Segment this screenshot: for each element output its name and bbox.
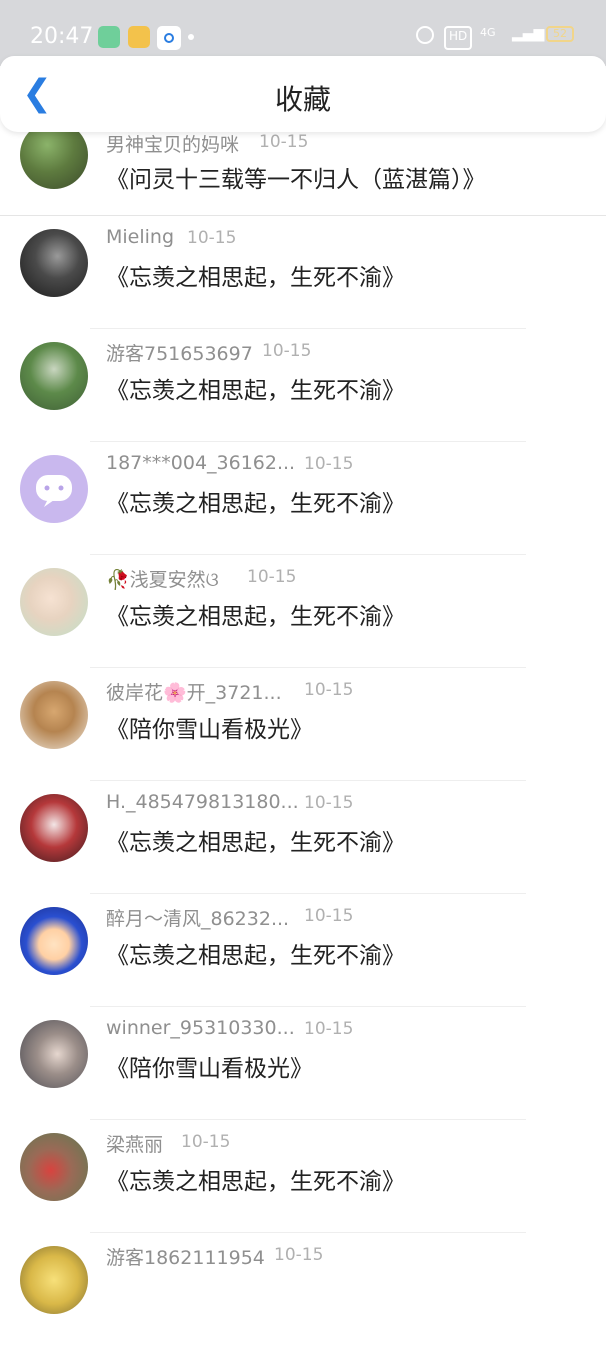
favorites-list: 男神宝贝的妈咪 10-15 《问灵十三载等一不归人（蓝湛篇）》 Mieling … (0, 121, 606, 1346)
post-date: 10-15 (259, 132, 309, 152)
user-name: 梁燕丽 (106, 1134, 164, 1156)
post-date: 10-15 (181, 1132, 231, 1152)
chat-bubble-icon (36, 475, 72, 507)
signal-icon: ▂▄▆ (512, 26, 545, 42)
app-green-icon (98, 26, 120, 48)
user-name: 醉月～清风_86232... (106, 908, 290, 930)
user-name: 🥀浅夏安然ଓ (106, 569, 219, 591)
list-item[interactable]: 醉月～清风_86232... 10-15 《忘羡之相思起，生死不渝》 (0, 894, 606, 1007)
alarm-icon (416, 26, 434, 44)
story-title[interactable]: 《忘羡之相思起，生死不渝》 (106, 484, 405, 518)
avatar[interactable] (20, 794, 88, 862)
notification-dot-icon (188, 34, 194, 40)
story-title[interactable]: 《忘羡之相思起，生死不渝》 (106, 258, 405, 292)
page-title: 收藏 (274, 83, 331, 116)
user-name: Mieling (106, 226, 175, 248)
user-name: H._485479813180... (106, 791, 299, 813)
list-item[interactable]: winner_95310330... 10-15 《陪你雪山看极光》 (0, 1007, 606, 1120)
top-bar: ❮ 收藏 (0, 56, 606, 132)
weibo-icon (128, 26, 150, 48)
avatar[interactable] (20, 1246, 88, 1314)
user-name: 游客1862111954 (106, 1247, 265, 1269)
list-item[interactable]: 彼岸花🌸开_3721... 10-15 《陪你雪山看极光》 (0, 668, 606, 781)
story-title[interactable]: 《忘羡之相思起，生死不渝》 (106, 1162, 405, 1196)
story-title[interactable]: 《忘羡之相思起，生死不渝》 (106, 597, 405, 631)
post-date: 10-15 (247, 567, 297, 587)
post-date: 10-15 (304, 1019, 354, 1039)
avatar[interactable] (20, 568, 88, 636)
avatar[interactable] (20, 681, 88, 749)
user-name: 187***004_36162... (106, 452, 296, 474)
battery-icon: 52 (546, 26, 574, 42)
story-title[interactable]: 《忘羡之相思起，生死不渝》 (106, 823, 405, 857)
network-4g-icon: 4G (480, 26, 496, 39)
avatar[interactable] (20, 1133, 88, 1201)
list-item[interactable]: 游客1862111954 10-15 (0, 1233, 606, 1346)
post-date: 10-15 (187, 228, 237, 248)
list-item[interactable]: Mieling 10-15 《忘羡之相思起，生死不渝》 (0, 216, 606, 329)
list-item[interactable]: 🥀浅夏安然ଓ 10-15 《忘羡之相思起，生死不渝》 (0, 555, 606, 668)
avatar[interactable] (20, 1020, 88, 1088)
avatar[interactable] (20, 229, 88, 297)
list-item[interactable]: 梁燕丽 10-15 《忘羡之相思起，生死不渝》 (0, 1120, 606, 1233)
hd-icon: HD (444, 26, 473, 50)
story-title[interactable]: 《忘羡之相思起，生死不渝》 (106, 371, 405, 405)
story-title[interactable]: 《陪你雪山看极光》 (106, 1049, 313, 1083)
app-blue-icon (157, 26, 181, 50)
post-date: 10-15 (304, 906, 354, 926)
user-name: 彼岸花🌸开_3721... (106, 682, 282, 704)
list-item[interactable]: 游客751653697 10-15 《忘羡之相思起，生死不渝》 (0, 329, 606, 442)
story-title[interactable]: 《问灵十三载等一不归人（蓝湛篇）》 (106, 160, 486, 194)
list-item[interactable]: 男神宝贝的妈咪 10-15 《问灵十三载等一不归人（蓝湛篇）》 (0, 121, 606, 216)
post-date: 10-15 (274, 1245, 324, 1265)
list-item[interactable]: 187***004_36162... 10-15 《忘羡之相思起，生死不渝》 (0, 442, 606, 555)
story-title[interactable]: 《忘羡之相思起，生死不渝》 (106, 936, 405, 970)
user-name: 男神宝贝的妈咪 (106, 134, 240, 156)
user-name: winner_95310330... (106, 1017, 295, 1039)
post-date: 10-15 (304, 454, 354, 474)
status-time: 20:47 (30, 24, 94, 49)
post-date: 10-15 (304, 680, 354, 700)
user-name: 游客751653697 (106, 343, 253, 365)
avatar[interactable] (20, 342, 88, 410)
list-item[interactable]: H._485479813180... 10-15 《忘羡之相思起，生死不渝》 (0, 781, 606, 894)
post-date: 10-15 (304, 793, 354, 813)
avatar[interactable] (20, 455, 88, 523)
avatar[interactable] (20, 907, 88, 975)
post-date: 10-15 (262, 341, 312, 361)
story-title[interactable]: 《陪你雪山看极光》 (106, 710, 313, 744)
